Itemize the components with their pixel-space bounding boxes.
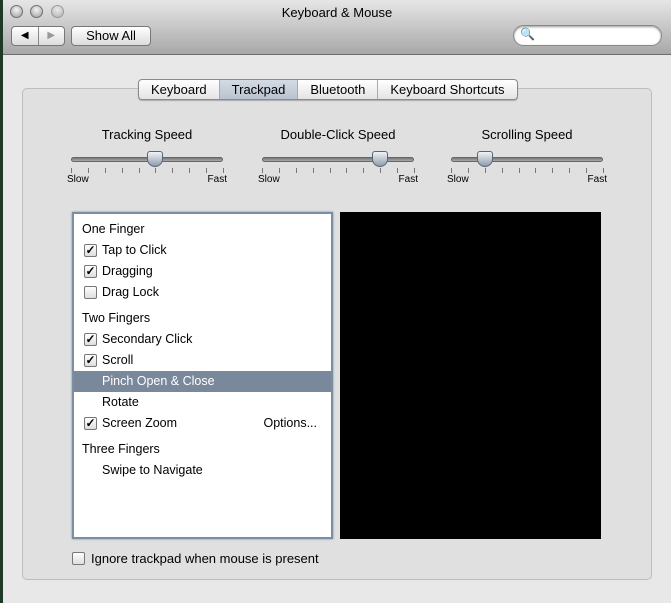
list-item-scroll[interactable]: ✓ Scroll	[74, 350, 331, 371]
tick-mark	[223, 168, 224, 173]
tick-mark	[71, 168, 72, 173]
tick-mark	[262, 168, 263, 173]
checkbox[interactable]: ✓	[84, 354, 97, 367]
checkbox[interactable]	[84, 286, 97, 299]
tab-keyboard[interactable]: Keyboard	[139, 80, 220, 99]
tick-mark	[397, 168, 399, 173]
tick-mark	[603, 168, 604, 173]
list-item-dragging[interactable]: ✓ Dragging	[74, 261, 331, 282]
checkbox[interactable]	[72, 552, 85, 565]
tick-mark	[552, 168, 554, 173]
list-item-screen-zoom[interactable]: ✓ Screen Zoom Options...	[74, 413, 331, 434]
tab-keyboard-shortcuts[interactable]: Keyboard Shortcuts	[378, 80, 516, 99]
list-item-swipe[interactable]: Swipe to Navigate	[74, 460, 331, 481]
tick-mark	[312, 168, 314, 173]
tab-bluetooth[interactable]: Bluetooth	[298, 80, 379, 99]
back-button[interactable]: ◀	[12, 27, 39, 45]
tick-mark	[104, 168, 106, 173]
tick-mark	[484, 168, 486, 173]
tick-mark	[138, 168, 140, 173]
double-click-speed-slider[interactable]: Double-Click Speed Slow Fast	[258, 127, 418, 185]
slider-track[interactable]	[451, 151, 603, 167]
nav-buttons: ◀ ▶	[11, 26, 65, 46]
tick-mark	[155, 168, 157, 173]
tick-marks	[451, 168, 604, 176]
search-input[interactable]: 🔍	[513, 25, 662, 46]
tick-mark	[329, 168, 331, 173]
slider-label: Tracking Speed	[101, 127, 193, 142]
list-item-secondary-click[interactable]: ✓ Secondary Click	[74, 329, 331, 350]
checkbox[interactable]: ✓	[84, 244, 97, 257]
tick-mark	[380, 168, 382, 173]
tick-mark	[206, 168, 208, 173]
group-header: Three Fingers	[82, 442, 160, 456]
tracking-speed-slider[interactable]: Tracking Speed Slow Fast	[67, 127, 227, 185]
options-button[interactable]: Options...	[264, 413, 318, 434]
tab-trackpad[interactable]: Trackpad	[219, 80, 299, 99]
slider-track[interactable]	[262, 151, 414, 167]
group-header: Two Fingers	[82, 311, 151, 325]
list-item-tap-to-click[interactable]: ✓ Tap to Click	[74, 240, 331, 261]
list-item-pinch[interactable]: Pinch Open & Close	[74, 371, 331, 392]
checkbox[interactable]: ✓	[84, 333, 97, 346]
tick-mark	[414, 168, 415, 173]
gesture-list: One Finger ✓ Tap to Click ✓ Dragging Drag …	[72, 212, 333, 539]
checkbox[interactable]: ✓	[84, 265, 97, 278]
tick-mark	[569, 168, 571, 173]
slider-thumb[interactable]	[146, 151, 163, 167]
title-bar: Keyboard & Mouse ◀ ▶ Show All 🔍	[3, 0, 671, 55]
slider-thumb[interactable]	[372, 151, 388, 167]
tick-mark	[535, 168, 537, 173]
list-item-drag-lock[interactable]: Drag Lock	[74, 282, 331, 303]
tick-marks	[262, 168, 415, 176]
slider-thumb[interactable]	[477, 151, 493, 167]
tab-bar: Keyboard Trackpad Bluetooth Keyboard Sho…	[138, 79, 518, 100]
show-all-button[interactable]: Show All	[71, 26, 151, 46]
tick-mark	[501, 168, 503, 173]
tick-mark	[121, 168, 123, 173]
tick-mark	[295, 168, 297, 173]
list-item-rotate[interactable]: Rotate	[74, 392, 331, 413]
tick-mark	[363, 168, 365, 173]
scrolling-speed-slider[interactable]: Scrolling Speed Slow Fast	[447, 127, 607, 185]
tick-mark	[467, 168, 469, 173]
tick-mark	[346, 168, 348, 173]
tick-mark	[518, 168, 520, 173]
tick-mark	[278, 168, 280, 173]
tick-mark	[586, 168, 588, 173]
preferences-window: Keyboard & Mouse ◀ ▶ Show All 🔍 Keyboard…	[3, 0, 671, 603]
gesture-preview	[340, 212, 601, 539]
tick-mark	[189, 168, 191, 173]
tick-mark	[172, 168, 174, 173]
slider-label: Scrolling Speed	[481, 127, 573, 142]
checkbox[interactable]: ✓	[84, 417, 97, 430]
window-title: Keyboard & Mouse	[281, 5, 393, 20]
search-icon: 🔍	[520, 27, 535, 41]
tick-mark	[451, 168, 452, 173]
tick-marks	[71, 168, 224, 176]
slider-track[interactable]	[71, 151, 223, 167]
forward-button[interactable]: ▶	[39, 27, 65, 45]
slider-label: Double-Click Speed	[280, 127, 396, 142]
tick-mark	[87, 168, 89, 173]
ignore-trackpad-checkbox[interactable]: Ignore trackpad when mouse is present	[72, 551, 319, 566]
group-header: One Finger	[82, 222, 145, 236]
